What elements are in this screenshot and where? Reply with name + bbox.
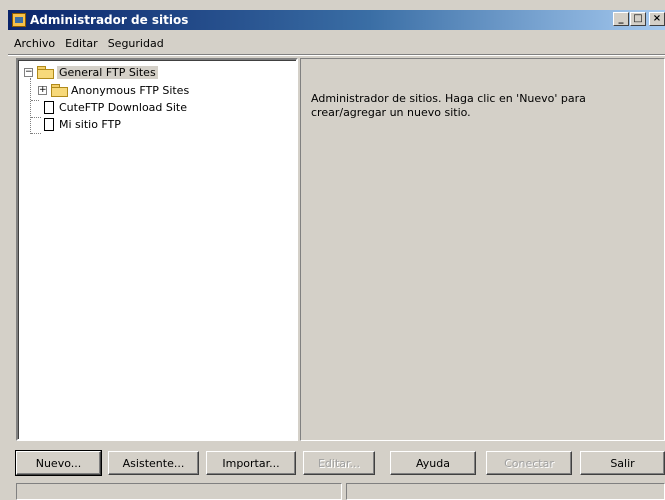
info-panel: Administrador de sitios. Haga clic en 'N… [300, 58, 665, 441]
status-bar [16, 483, 665, 500]
folder-icon [51, 84, 68, 97]
editar-button[interactable]: Editar... [303, 451, 375, 475]
tree-item-general-ftp-sites[interactable]: − General FTP Sites [24, 64, 158, 80]
folder-open-icon [37, 66, 54, 79]
title-bar[interactable]: Administrador de sitios _ □ × [8, 10, 665, 30]
maximize-button[interactable]: □ [630, 12, 646, 26]
collapse-toggle[interactable]: − [24, 67, 33, 77]
importar-button[interactable]: Importar... [206, 451, 296, 475]
tree-item-anonymous-ftp-sites[interactable]: + Anonymous FTP Sites [38, 82, 189, 98]
file-icon [44, 117, 54, 131]
window-title: Administrador de sitios [30, 13, 189, 27]
tree-item-label: General FTP Sites [57, 65, 158, 79]
window-controls: _ □ × [613, 12, 665, 26]
minimize-button[interactable]: _ [613, 12, 629, 26]
ayuda-button[interactable]: Ayuda [390, 451, 476, 475]
status-pane-right [346, 483, 665, 500]
info-text: Administrador de sitios. Haga clic en 'N… [311, 92, 586, 119]
expand-toggle[interactable]: + [38, 85, 47, 95]
menu-archivo[interactable]: Archivo [10, 37, 59, 50]
asistente-button[interactable]: Asistente... [108, 451, 199, 475]
tree-connector [31, 133, 41, 134]
tree-item-label: Anonymous FTP Sites [71, 83, 190, 97]
tree-item-cuteftp-download-site[interactable]: CuteFTP Download Site [42, 99, 187, 115]
file-icon [44, 100, 54, 114]
app-icon [12, 13, 26, 27]
tree-connector [31, 100, 39, 101]
tree-connector [30, 78, 31, 134]
menu-bar: Archivo Editar Seguridad [8, 32, 665, 56]
tree-item-mi-sitio-ftp[interactable]: Mi sitio FTP [42, 116, 121, 132]
close-button[interactable]: × [649, 12, 665, 26]
tree-item-label: CuteFTP Download Site [59, 100, 188, 114]
nuevo-button[interactable]: Nuevo... [15, 450, 102, 476]
salir-button[interactable]: Salir [580, 451, 665, 475]
site-manager-window: Administrador de sitios _ □ × Archivo Ed… [0, 0, 665, 500]
tree-connector [31, 117, 41, 118]
conectar-button[interactable]: Conectar [486, 451, 572, 475]
status-pane-left [16, 483, 342, 500]
tree-item-label: Mi sitio FTP [59, 117, 121, 131]
menu-seguridad[interactable]: Seguridad [104, 37, 168, 50]
menu-editar[interactable]: Editar [61, 37, 102, 50]
site-tree[interactable]: − General FTP Sites + Anonymous FTP Site… [16, 58, 298, 441]
